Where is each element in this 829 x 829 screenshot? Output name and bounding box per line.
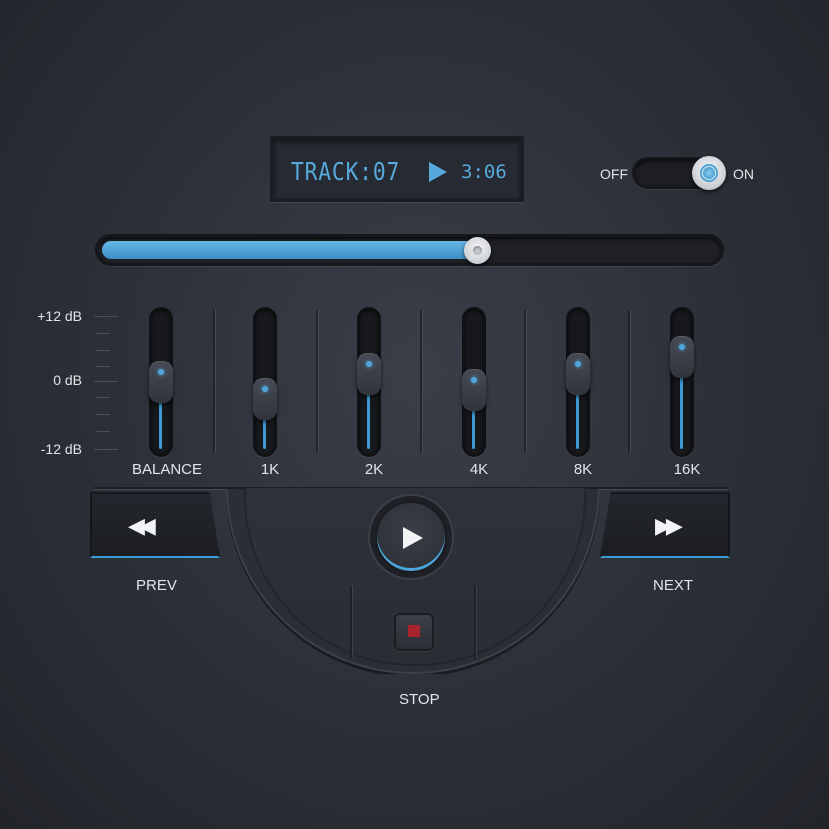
eq-divider bbox=[316, 310, 318, 453]
rewind-icon: ◀◀ bbox=[128, 513, 156, 538]
eq-slider[interactable] bbox=[462, 307, 486, 457]
db-tick bbox=[96, 366, 110, 367]
eq-slider-knob[interactable] bbox=[149, 361, 173, 403]
eq-slider-knob[interactable] bbox=[253, 377, 277, 420]
eq-divider bbox=[628, 310, 630, 453]
eq-slider[interactable] bbox=[253, 307, 277, 457]
progress-handle-dot bbox=[473, 246, 482, 255]
eq-slider-indicator bbox=[158, 369, 164, 375]
db-tick bbox=[96, 333, 110, 334]
eq-slider-fill bbox=[472, 407, 475, 449]
db-tick bbox=[96, 397, 110, 398]
eq-slider-knob[interactable] bbox=[462, 369, 486, 412]
eq-slider-knob[interactable] bbox=[670, 336, 694, 378]
fast-forward-icon: ▶▶ bbox=[655, 513, 683, 538]
stop-icon bbox=[408, 625, 420, 637]
play-icon bbox=[403, 527, 423, 549]
deck-segment-divider bbox=[350, 586, 352, 658]
eq-band-label: BALANCE bbox=[131, 461, 203, 478]
db-label-top: +12 dB bbox=[37, 308, 82, 324]
next-label: NEXT bbox=[653, 577, 694, 594]
eq-divider bbox=[213, 310, 215, 453]
eq-slider-indicator bbox=[471, 377, 477, 384]
progress-handle[interactable] bbox=[464, 237, 491, 264]
eq-slider[interactable] bbox=[566, 307, 590, 457]
eq-slider-indicator bbox=[575, 360, 581, 367]
db-tick bbox=[96, 431, 110, 432]
eq-slider-indicator bbox=[262, 385, 268, 392]
db-tick bbox=[94, 381, 118, 382]
eq-band-label: 8K bbox=[573, 461, 593, 478]
eq-band-label: 16K bbox=[673, 461, 701, 478]
track-display: TRACK:07 3:06 bbox=[270, 136, 524, 202]
eq-slider-knob[interactable] bbox=[566, 352, 590, 395]
prev-label: PREV bbox=[136, 577, 177, 594]
eq-slider[interactable] bbox=[357, 307, 381, 457]
db-label-middle: 0 dB bbox=[53, 372, 82, 388]
eq-slider-fill bbox=[367, 390, 370, 449]
eq-band-label: 4K bbox=[469, 461, 489, 478]
db-tick bbox=[96, 350, 110, 351]
db-label-bottom: -12 dB bbox=[40, 441, 82, 457]
db-tick bbox=[94, 316, 118, 317]
play-status-icon bbox=[429, 162, 447, 182]
power-indicator-icon bbox=[700, 164, 718, 182]
db-tick bbox=[96, 414, 110, 415]
track-time: 3:06 bbox=[461, 161, 507, 183]
eq-slider[interactable] bbox=[670, 307, 694, 457]
track-number: TRACK:07 bbox=[291, 157, 401, 186]
toggle-off-label: OFF bbox=[600, 166, 628, 182]
eq-slider[interactable] bbox=[149, 307, 173, 457]
db-tick bbox=[94, 449, 118, 450]
toggle-on-label: ON bbox=[733, 166, 754, 182]
eq-band-label: 2K bbox=[364, 461, 384, 478]
eq-band-label: 1K bbox=[260, 461, 280, 478]
stop-label: STOP bbox=[399, 691, 440, 708]
eq-slider-indicator bbox=[679, 344, 685, 350]
progress-fill bbox=[102, 241, 477, 259]
eq-slider-knob[interactable] bbox=[357, 352, 381, 395]
eq-slider-fill bbox=[576, 390, 579, 449]
eq-slider-fill bbox=[159, 399, 162, 449]
eq-slider-fill bbox=[263, 415, 266, 449]
eq-slider-indicator bbox=[366, 360, 372, 367]
eq-divider bbox=[420, 310, 422, 453]
eq-divider bbox=[524, 310, 526, 453]
prev-button[interactable] bbox=[90, 492, 220, 558]
eq-slider-fill bbox=[680, 374, 683, 449]
deck-segment-divider bbox=[474, 586, 476, 658]
